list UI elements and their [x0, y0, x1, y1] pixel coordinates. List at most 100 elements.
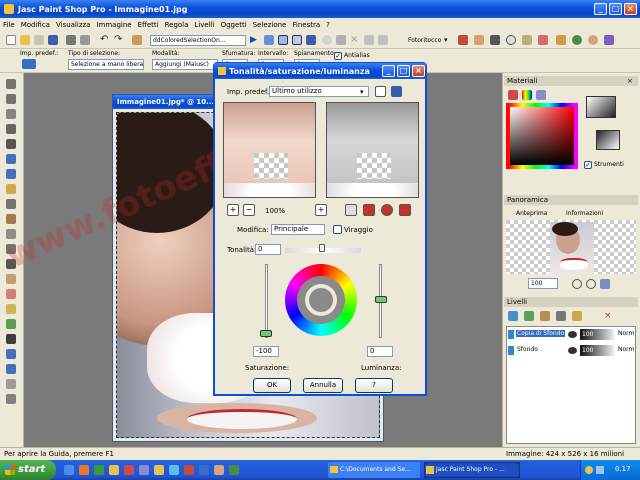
layer-opacity[interactable]: 100: [580, 345, 614, 356]
antialias-checkbox[interactable]: ✓: [334, 52, 342, 60]
deform-tool-icon[interactable]: [6, 109, 16, 119]
saturation-track[interactable]: [265, 264, 268, 338]
menu-item[interactable]: Visualizza: [53, 21, 93, 29]
swatch-tab-icon[interactable]: [508, 90, 518, 100]
task-explorer[interactable]: C:\Documents and Se...: [328, 462, 420, 478]
fit-icon[interactable]: [600, 279, 610, 289]
dropper-tool-icon[interactable]: [6, 199, 16, 209]
scan-icon[interactable]: [66, 35, 76, 45]
fill-icon[interactable]: [556, 35, 566, 45]
materials-close-icon[interactable]: ×: [627, 76, 637, 86]
reset-dialog-icon[interactable]: [399, 204, 411, 216]
script-save-icon[interactable]: [306, 35, 316, 45]
randomize-icon[interactable]: [363, 204, 375, 216]
dialog-minimize-button[interactable]: _: [382, 65, 395, 77]
text-tool-icon[interactable]: [6, 334, 16, 344]
quick-launch-icon[interactable]: [229, 465, 239, 475]
step-icon[interactable]: [364, 35, 374, 45]
zoom-tool-icon[interactable]: [6, 94, 16, 104]
frame-icon[interactable]: [522, 35, 532, 45]
menu-item[interactable]: ?: [323, 21, 333, 29]
record-icon[interactable]: [278, 35, 288, 45]
cancel-script-icon[interactable]: ×: [350, 35, 360, 45]
menu-item[interactable]: File: [0, 21, 18, 29]
task-paintshop[interactable]: Jasc Paint Shop Pro - ...: [424, 462, 520, 478]
move-tool-icon[interactable]: [6, 139, 16, 149]
brush-icon[interactable]: [132, 35, 142, 45]
quick-launch-icon[interactable]: [64, 465, 74, 475]
save-preset-icon[interactable]: [391, 86, 402, 97]
layer-visibility-icon[interactable]: [568, 347, 577, 354]
group-layer-icon[interactable]: [572, 311, 582, 321]
modify-select[interactable]: Principale: [271, 224, 325, 235]
globe-icon[interactable]: [572, 35, 582, 45]
face-icon[interactable]: [588, 35, 598, 45]
menu-item[interactable]: Modifica: [18, 21, 53, 29]
menu-item[interactable]: Oggetti: [218, 21, 250, 29]
new-raster-layer-icon[interactable]: [508, 311, 518, 321]
layer-blend-mode[interactable]: Norm: [618, 346, 634, 353]
overview-tab-preview[interactable]: Anteprima: [516, 210, 547, 217]
auto-proof-icon[interactable]: [345, 204, 357, 216]
dust-icon[interactable]: [538, 35, 548, 45]
quick-launch-icon[interactable]: [154, 465, 164, 475]
ok-button[interactable]: OK: [253, 378, 291, 393]
warp-brush-tool-icon[interactable]: [6, 379, 16, 389]
run-script-icon[interactable]: ▶: [250, 35, 260, 45]
hue-input[interactable]: 0: [255, 244, 281, 255]
zoom-out-icon[interactable]: −: [243, 204, 255, 216]
dialog-close-button[interactable]: ×: [412, 65, 425, 77]
background-swatch[interactable]: [596, 130, 620, 150]
quick-launch-icon[interactable]: [214, 465, 224, 475]
preset-dropdown-icon[interactable]: ▾: [360, 87, 370, 97]
smudge-tool-icon[interactable]: [6, 274, 16, 284]
magic-wand-tool-icon[interactable]: [6, 184, 16, 194]
mode-select[interactable]: Aggiungi (Maiusc): [152, 59, 218, 70]
picture-tube-tool-icon[interactable]: [6, 319, 16, 329]
redo-icon[interactable]: ↷: [114, 35, 124, 45]
photo-fix-label[interactable]: Fotoritocco: [408, 37, 441, 44]
quick-launch-icon[interactable]: [139, 465, 149, 475]
reset-preset-icon[interactable]: [375, 86, 386, 97]
rainbow-tab-icon[interactable]: [522, 90, 532, 100]
maximize-button[interactable]: □: [609, 3, 622, 15]
delete-layer-icon[interactable]: ×: [604, 311, 614, 321]
palette-icon[interactable]: [604, 35, 614, 45]
new-adjustment-layer-icon[interactable]: [540, 311, 550, 321]
quick-launch-icon[interactable]: [79, 465, 89, 475]
browse-icon[interactable]: [34, 35, 44, 45]
dialog-maximize-button[interactable]: □: [397, 65, 410, 77]
selection-type-select[interactable]: Selezione a mano libera: [68, 59, 144, 70]
close-button[interactable]: ×: [624, 3, 637, 15]
menu-item[interactable]: Livelli: [191, 21, 217, 29]
menu-item[interactable]: Effetti: [135, 21, 162, 29]
tools-checkbox[interactable]: ✓: [584, 161, 592, 169]
preview-before[interactable]: [223, 102, 316, 198]
open-icon[interactable]: [20, 35, 30, 45]
foreground-swatch[interactable]: [586, 96, 616, 118]
saturation-slider-thumb[interactable]: [260, 330, 272, 337]
layer-row[interactable]: Copia di Sfondo 100 Norm: [508, 328, 634, 342]
mask-icon[interactable]: [490, 35, 500, 45]
zoom-in-small-icon[interactable]: [572, 279, 582, 289]
freehand-preset-icon[interactable]: [22, 59, 36, 69]
flood-fill-tool-icon[interactable]: [6, 304, 16, 314]
hand-icon[interactable]: [474, 35, 484, 45]
layer-blend-mode[interactable]: Norm: [618, 330, 634, 337]
crop-tool-icon[interactable]: [6, 124, 16, 134]
paint-brush-tool-icon[interactable]: [6, 214, 16, 224]
layer-opacity[interactable]: 100: [580, 329, 614, 340]
proof-icon[interactable]: +: [315, 204, 327, 216]
pause-icon[interactable]: [322, 35, 332, 45]
overview-zoom-input[interactable]: 100: [528, 278, 558, 289]
freehand-selection-tool-icon[interactable]: [6, 169, 16, 179]
layer-visibility-icon[interactable]: [568, 331, 577, 338]
undo-icon[interactable]: ↶: [100, 35, 110, 45]
start-button[interactable]: start: [0, 460, 56, 480]
edit-script-icon[interactable]: [264, 35, 274, 45]
target-icon[interactable]: [506, 35, 516, 45]
print-icon[interactable]: [80, 35, 90, 45]
eye-icon[interactable]: [381, 204, 393, 216]
mask-layer-icon[interactable]: [556, 311, 566, 321]
zoom-out-small-icon[interactable]: [586, 279, 596, 289]
